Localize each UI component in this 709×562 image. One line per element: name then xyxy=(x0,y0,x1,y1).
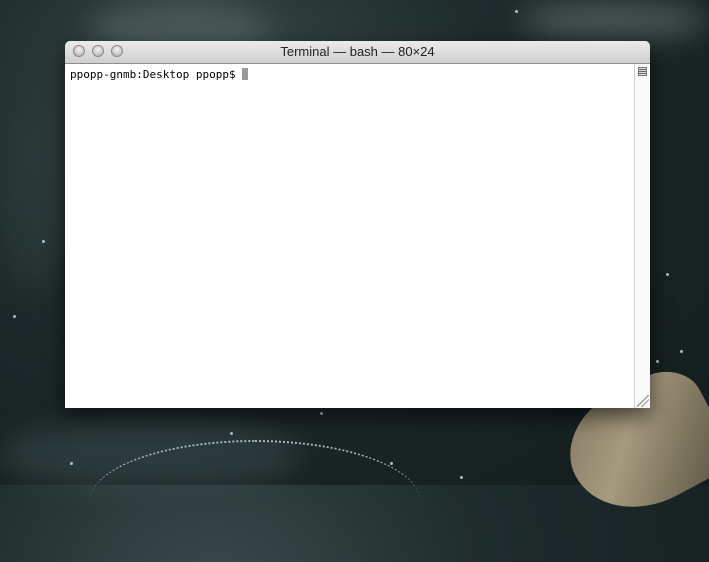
water-streak xyxy=(90,440,420,562)
window-title: Terminal — bash — 80×24 xyxy=(280,44,435,59)
title-bar[interactable]: Terminal — bash — 80×24 xyxy=(65,41,650,64)
shell-prompt: ppopp-gnmb:Desktop ppopp$ xyxy=(70,68,243,81)
terminal-window[interactable]: Terminal — bash — 80×24 ppopp-gnmb:Deskt… xyxy=(65,41,650,408)
resize-grip-icon[interactable] xyxy=(637,395,649,407)
scrollbar[interactable] xyxy=(634,64,650,408)
terminal-output[interactable]: ppopp-gnmb:Desktop ppopp$ xyxy=(65,64,635,408)
text-cursor xyxy=(242,68,249,80)
split-pane-icon[interactable] xyxy=(638,67,647,76)
